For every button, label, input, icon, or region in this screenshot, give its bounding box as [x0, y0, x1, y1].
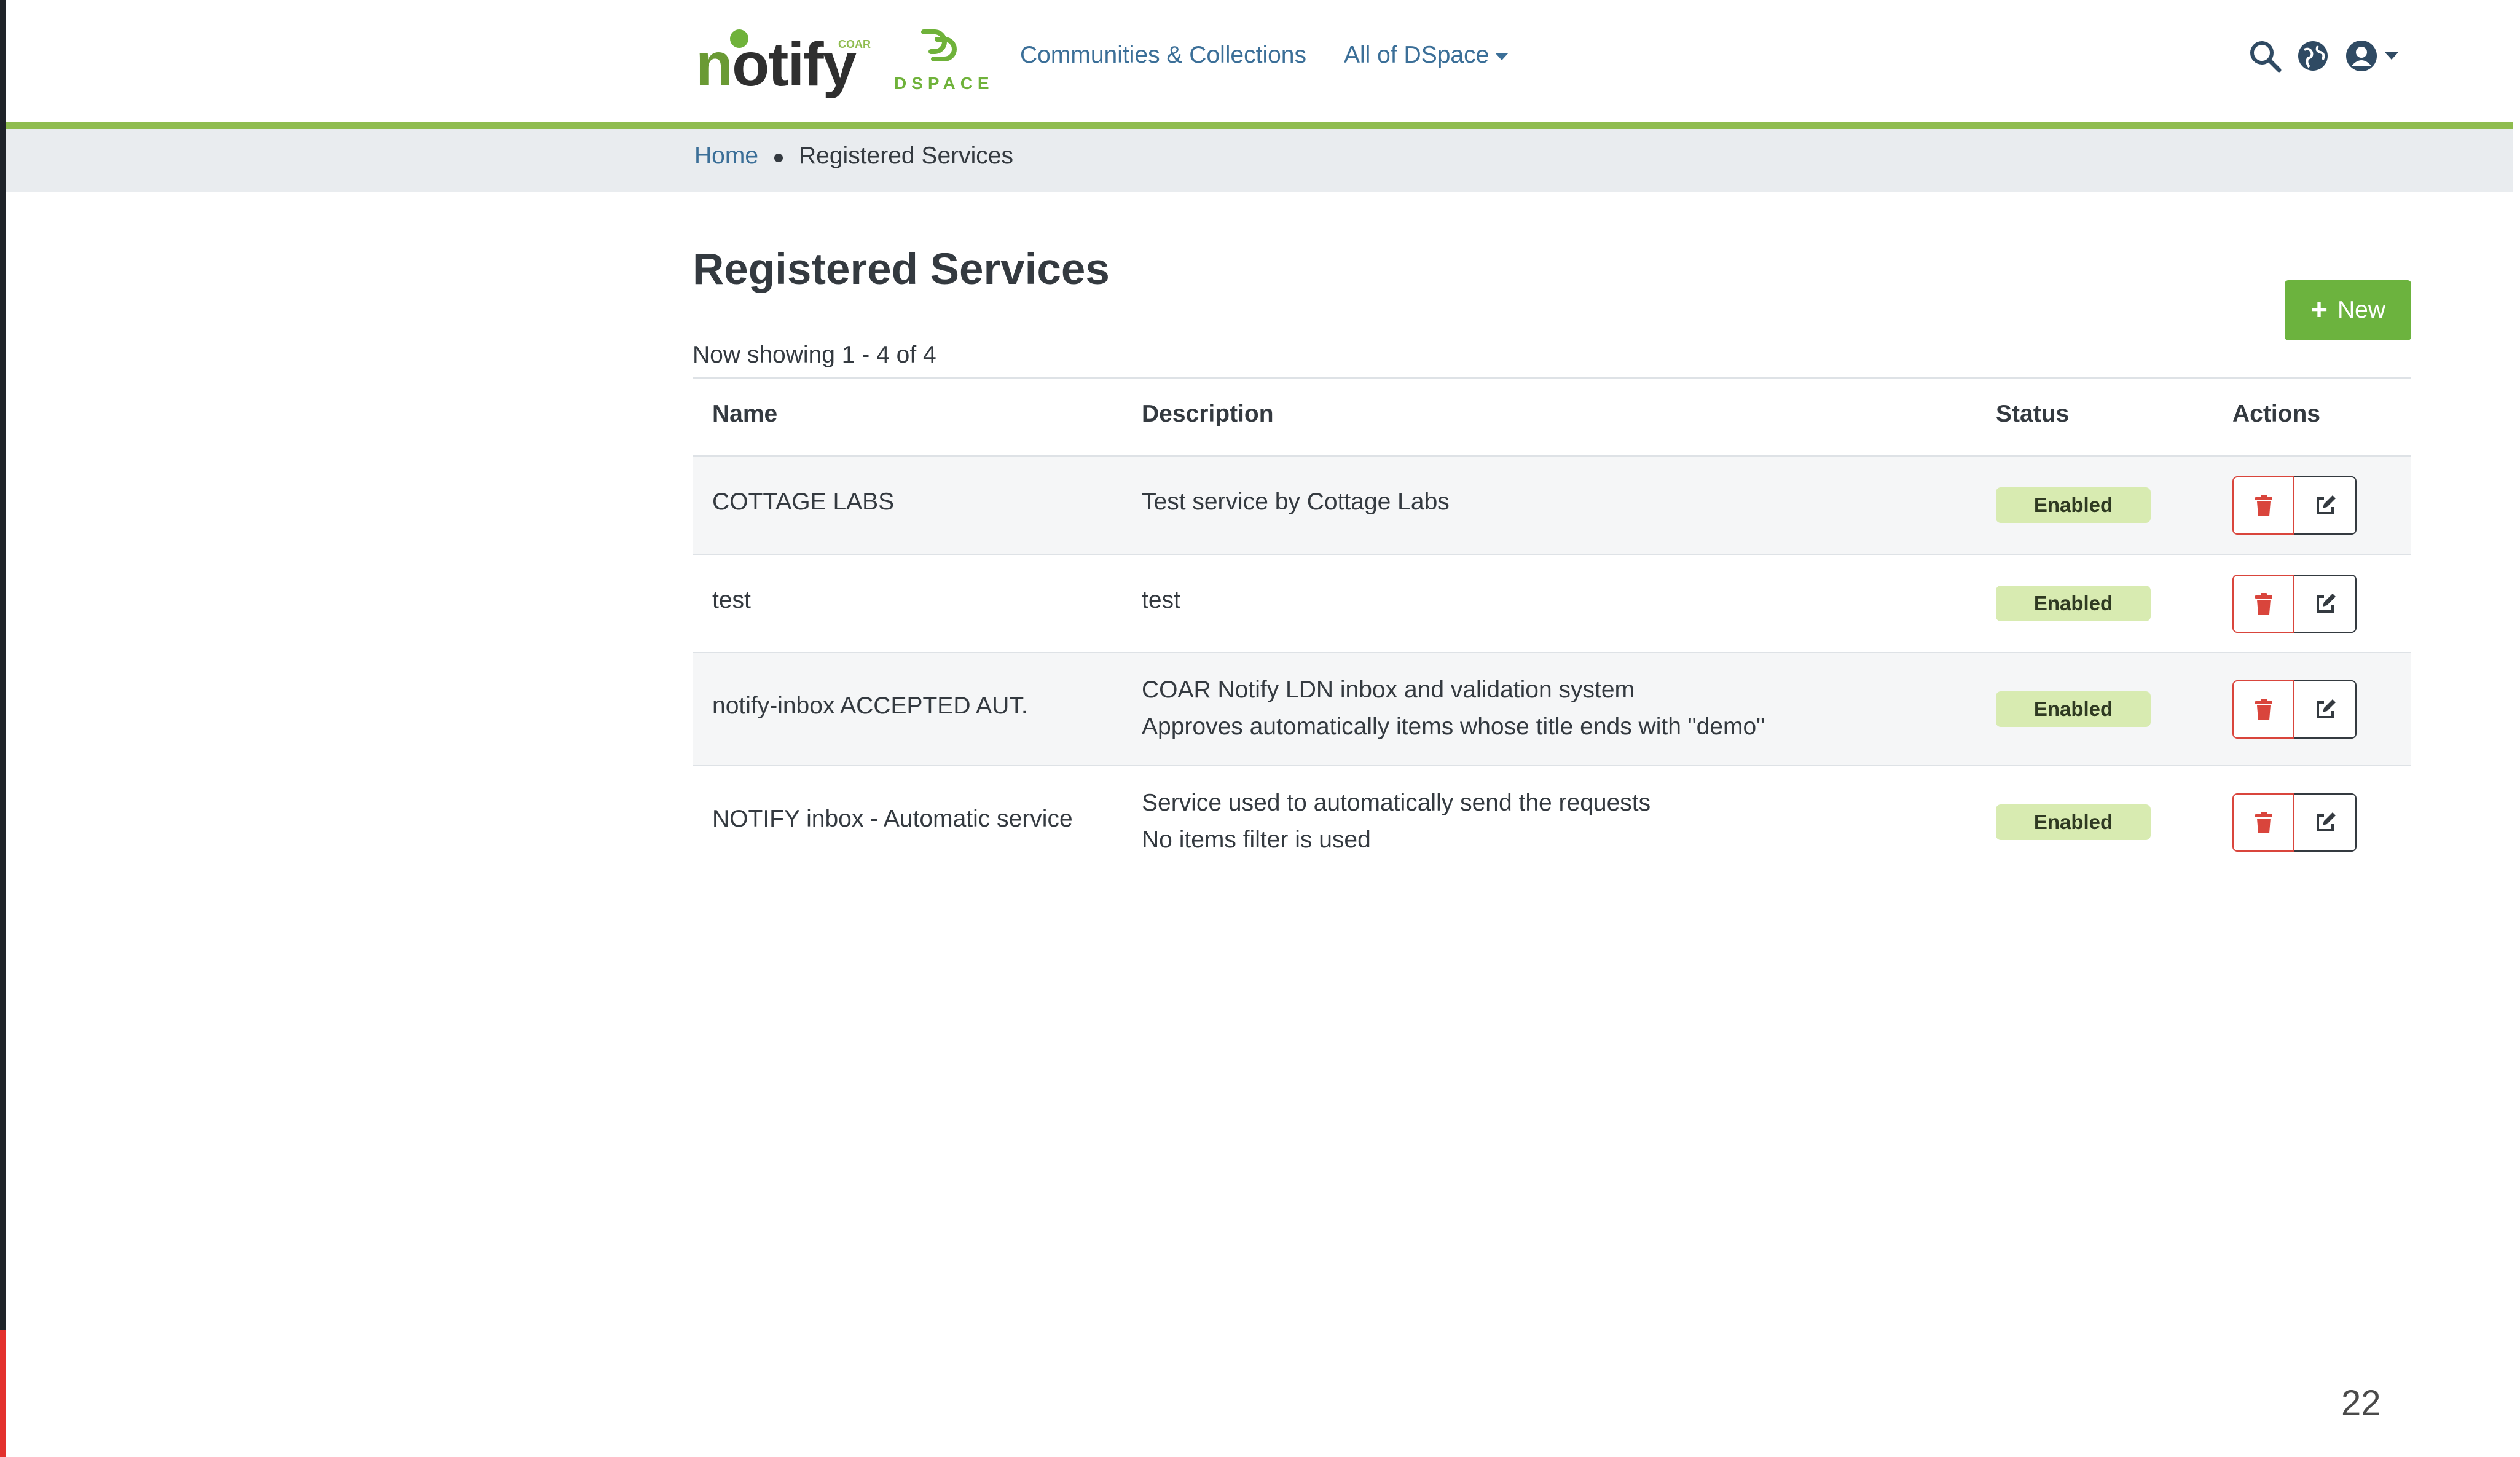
table-row: COTTAGE LABS Test service by Cottage Lab…	[693, 457, 2411, 555]
delete-button[interactable]	[2232, 680, 2294, 739]
service-description: Service used to automatically send the r…	[1142, 785, 1651, 858]
edit-button[interactable]	[2294, 476, 2357, 535]
service-description: COAR Notify LDN inbox and validation sys…	[1142, 672, 1765, 745]
dspace-logo[interactable]: DSPACE	[894, 27, 989, 96]
user-menu-button[interactable]	[2344, 32, 2412, 80]
left-edge-red-accent	[0, 1330, 6, 1457]
search-button[interactable]	[2248, 32, 2291, 80]
description-line: COAR Notify LDN inbox and validation sys…	[1142, 677, 1635, 703]
top-navbar: notify COAR DSPACE Communities & Collect…	[6, 0, 2513, 122]
breadcrumb-separator	[774, 154, 783, 162]
dspace-logo-text: DSPACE	[894, 74, 994, 93]
user-account-icon	[2346, 41, 2377, 71]
edit-button[interactable]	[2294, 575, 2357, 633]
nav-all-of-dspace-label: All of DSpace	[1344, 42, 1490, 68]
delete-button[interactable]	[2232, 476, 2294, 535]
service-name: test	[712, 587, 751, 613]
table-row: test test Enabled	[693, 555, 2411, 653]
service-name: notify-inbox ACCEPTED AUT.	[712, 693, 1028, 719]
trash-icon	[2255, 592, 2272, 615]
nav-communities-collections[interactable]: Communities & Collections	[1020, 42, 1306, 69]
notify-logo[interactable]: notify COAR	[696, 25, 880, 99]
search-icon	[2250, 41, 2282, 73]
header-accent-line	[6, 122, 2513, 129]
service-description: test	[1142, 587, 1180, 613]
delete-button[interactable]	[2232, 793, 2294, 852]
user-caret-down-icon	[2385, 52, 2398, 60]
table-row: NOTIFY inbox - Automatic service Service…	[693, 766, 2411, 878]
edit-icon	[2316, 699, 2336, 718]
status-badge: Enabled	[1996, 487, 2151, 523]
status-badge: Enabled	[1996, 586, 2151, 621]
table-header: Name Description Status Actions	[693, 377, 2411, 457]
delete-button[interactable]	[2232, 575, 2294, 633]
trash-icon	[2255, 811, 2272, 833]
language-switch-button[interactable]	[2296, 32, 2339, 80]
description-line: Approves automatically items whose title…	[1142, 713, 1765, 740]
nav-all-of-dspace-dropdown[interactable]: All of DSpace	[1344, 42, 1509, 69]
plus-icon: +	[2310, 294, 2328, 326]
edit-button[interactable]	[2294, 793, 2357, 852]
trash-icon	[2255, 698, 2272, 720]
caret-down-icon	[1495, 52, 1509, 60]
table-row: notify-inbox ACCEPTED AUT. COAR Notify L…	[693, 653, 2411, 766]
description-line: No items filter is used	[1142, 827, 1371, 853]
breadcrumb-home-link[interactable]: Home	[694, 143, 758, 170]
edit-button[interactable]	[2294, 680, 2357, 739]
service-name: COTTAGE LABS	[712, 489, 895, 515]
edit-icon	[2316, 495, 2336, 514]
dspace-mark-icon	[921, 29, 957, 61]
edit-icon	[2316, 812, 2336, 831]
new-service-button[interactable]: + New	[2285, 280, 2411, 340]
left-edge-strip	[0, 0, 6, 1457]
language-globe-icon	[2298, 41, 2328, 71]
coar-badge: COAR	[838, 38, 871, 50]
page-title: Registered Services	[693, 245, 1110, 294]
column-header-description: Description	[1142, 401, 1274, 427]
status-badge: Enabled	[1996, 804, 2151, 840]
column-header-name: Name	[712, 401, 778, 427]
breadcrumb	[6, 129, 2513, 192]
services-table: Name Description Status Actions COTTAGE …	[693, 377, 2411, 878]
notify-logo-dot	[730, 29, 748, 48]
trash-icon	[2255, 494, 2272, 516]
column-header-actions: Actions	[2232, 401, 2321, 427]
column-header-status: Status	[1996, 401, 2070, 427]
results-count: Now showing 1 - 4 of 4	[693, 342, 936, 368]
new-button-label: New	[2337, 297, 2386, 323]
service-description: Test service by Cottage Labs	[1142, 489, 1450, 515]
description-line: Service used to automatically send the r…	[1142, 790, 1651, 816]
slide-number: 22	[2341, 1383, 2381, 1423]
breadcrumb-current: Registered Services	[799, 143, 1013, 169]
status-badge: Enabled	[1996, 691, 2151, 727]
edit-icon	[2316, 593, 2336, 613]
notify-logo-wordmark: notify	[696, 30, 857, 99]
service-name: NOTIFY inbox - Automatic service	[712, 806, 1073, 832]
